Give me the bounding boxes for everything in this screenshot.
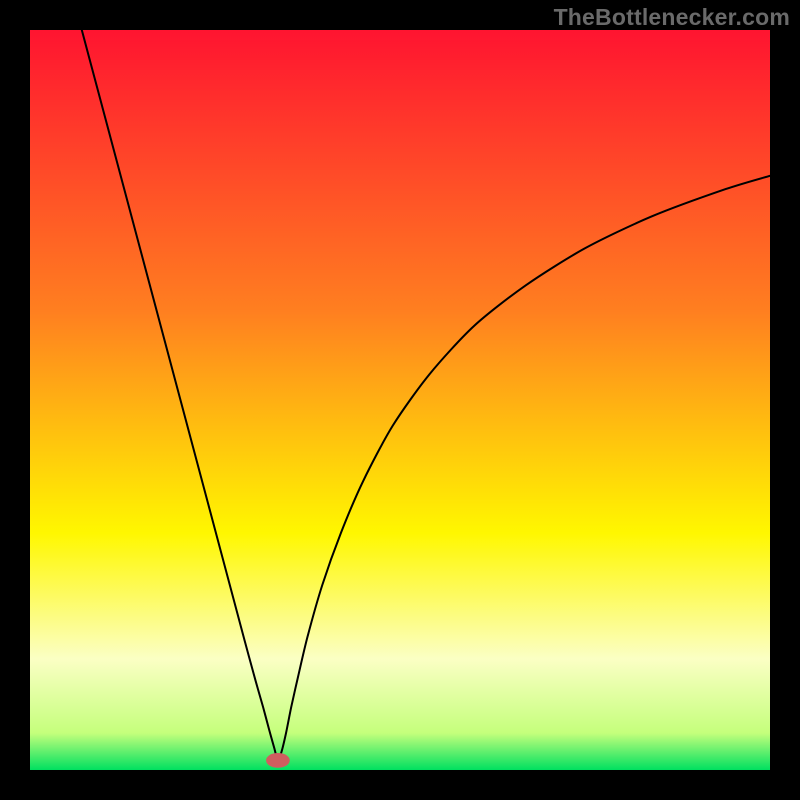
chart-svg bbox=[30, 30, 770, 770]
chart-container: TheBottlenecker.com bbox=[0, 0, 800, 800]
gradient-background bbox=[30, 30, 770, 770]
optimum-marker bbox=[266, 753, 290, 768]
watermark-text: TheBottlenecker.com bbox=[554, 4, 790, 31]
plot-area bbox=[30, 30, 770, 770]
